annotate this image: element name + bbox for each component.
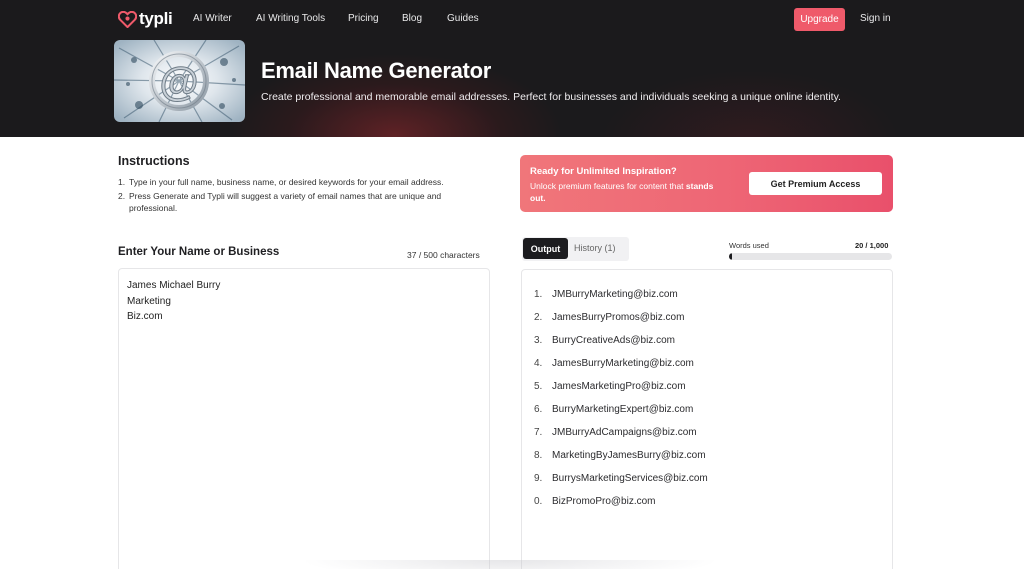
email-suggestion: BurryCreativeAds@biz.com — [552, 335, 675, 346]
words-used-progress-bar — [729, 253, 892, 260]
output-tabs: Output History (1) — [522, 237, 629, 261]
email-suggestion: JamesBurryMarketing@biz.com — [552, 358, 694, 369]
email-suggestion: BurrysMarketingServices@biz.com — [552, 473, 708, 484]
page-title: Email Name Generator — [261, 58, 491, 83]
nav-ai-writing-tools[interactable]: AI Writing Tools — [256, 13, 325, 24]
email-suggestion: MarketingByJamesBurry@biz.com — [552, 450, 706, 461]
list-item: 7. JMBurryAdCampaigns@biz.com — [534, 427, 697, 438]
list-item: 8. MarketingByJamesBurry@biz.com — [534, 450, 706, 461]
email-suggestion: JamesMarketingPro@biz.com — [552, 381, 686, 392]
page-subtitle: Create professional and memorable email … — [261, 91, 841, 103]
get-premium-access-button[interactable]: Get Premium Access — [749, 172, 882, 195]
premium-promo-banner: Ready for Unlimited Inspiration? Unlock … — [520, 155, 893, 212]
logo[interactable]: typli — [118, 9, 173, 29]
hero-at-sign-image: @ — [114, 40, 245, 122]
email-suggestion: JamesBurryPromos@biz.com — [552, 312, 685, 323]
list-item: 3. BurryCreativeAds@biz.com — [534, 335, 675, 346]
nav-blog[interactable]: Blog — [402, 13, 422, 24]
promo-title: Ready for Unlimited Inspiration? — [530, 166, 677, 177]
instructions-title: Instructions — [118, 154, 190, 168]
instruction-item: 2. Press Generate and Typli will suggest… — [118, 190, 488, 214]
tab-output[interactable]: Output — [523, 238, 568, 259]
words-used-label: Words used — [729, 241, 769, 250]
logo-text: typli — [139, 9, 173, 28]
words-used-count: 20 / 1,000 — [855, 241, 889, 250]
words-used-progress-fill — [729, 253, 733, 260]
promo-text: Unlock premium features for content that… — [530, 181, 714, 203]
list-item: 9. BurrysMarketingServices@biz.com — [534, 473, 708, 484]
email-suggestion: JMBurryAdCampaigns@biz.com — [552, 427, 697, 438]
list-item: 6. BurryMarketingExpert@biz.com — [534, 404, 694, 415]
input-line: Marketing — [127, 295, 171, 307]
nav-guides[interactable]: Guides — [447, 13, 479, 24]
input-line: James Michael Burry — [127, 280, 221, 291]
sign-in-link[interactable]: Sign in — [860, 13, 891, 24]
list-item: 4. JamesBurryMarketing@biz.com — [534, 358, 694, 369]
list-item: 1. JMBurryMarketing@biz.com — [534, 289, 678, 300]
heart-logo-icon — [118, 10, 137, 28]
character-count: 37 / 500 characters — [407, 250, 480, 260]
tab-history[interactable]: History (1) — [574, 243, 616, 253]
top-nav: typli AI Writer AI Writing Tools Pricing… — [0, 0, 1024, 38]
list-item: 2. JamesBurryPromos@biz.com — [534, 312, 685, 323]
bottom-shadow — [300, 560, 720, 569]
output-panel: 1. JMBurryMarketing@biz.com 2. JamesBurryP… — [521, 269, 893, 569]
name-business-textarea[interactable]: James Michael Burry Marketing Biz.com — [118, 268, 490, 569]
nav-pricing[interactable]: Pricing — [348, 13, 379, 24]
instructions-list: 1. Type in your full name, business name… — [118, 176, 488, 216]
instruction-text: Press Generate and Typli will suggest a … — [129, 191, 442, 213]
input-line: Biz.com — [127, 311, 163, 322]
instruction-text: Type in your full name, business name, o… — [129, 177, 444, 187]
instruction-item: 1. Type in your full name, business name… — [118, 177, 444, 187]
nav-ai-writer[interactable]: AI Writer — [193, 13, 232, 24]
email-suggestion: BizPromoPro@biz.com — [552, 496, 656, 507]
list-item: 0. BizPromoPro@biz.com — [534, 496, 656, 507]
input-label: Enter Your Name or Business — [118, 246, 280, 258]
svg-text:@: @ — [159, 60, 198, 104]
email-suggestion: JMBurryMarketing@biz.com — [552, 289, 678, 300]
list-item: 5. JamesMarketingPro@biz.com — [534, 381, 686, 392]
email-suggestion: BurryMarketingExpert@biz.com — [552, 404, 694, 415]
upgrade-button[interactable]: Upgrade — [794, 8, 845, 31]
hero-header: typli AI Writer AI Writing Tools Pricing… — [0, 0, 1024, 137]
at-sign-illustration-icon: @ — [114, 40, 245, 122]
